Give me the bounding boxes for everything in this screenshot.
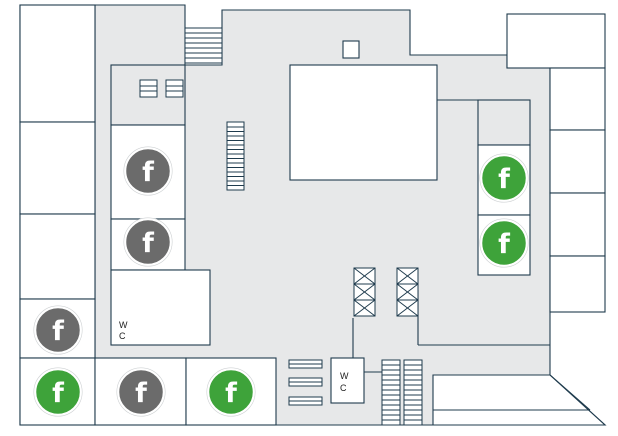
stair-bars-bottom	[288, 359, 323, 406]
unit-left-2[interactable]	[19, 121, 96, 215]
unit-right-1[interactable]	[549, 67, 606, 131]
facility-f-icon[interactable]: f	[33, 367, 83, 417]
unit-right-2[interactable]	[549, 129, 606, 194]
facility-f-icon[interactable]: f	[479, 218, 529, 268]
unit-left-3[interactable]	[19, 213, 96, 300]
pillar	[342, 40, 360, 59]
escalator-center	[226, 121, 245, 191]
stair-icon-left	[139, 79, 158, 98]
facility-f-icon[interactable]: f	[123, 146, 173, 196]
wc-label-2-line1: W	[340, 371, 349, 381]
toilet-block-1[interactable]	[110, 269, 211, 346]
badge-glyph: f	[225, 378, 237, 409]
wc-label-1-line2: C	[119, 331, 126, 341]
stair-icon-right	[165, 79, 184, 98]
badge-glyph: f	[52, 378, 64, 409]
facility-f-icon[interactable]: f	[123, 217, 173, 267]
facility-f-icon[interactable]: f	[206, 367, 256, 417]
unit-right-4[interactable]	[549, 255, 606, 313]
facility-f-icon[interactable]: f	[116, 367, 166, 417]
floor-plan-map: W C W C ffff f fff	[19, 4, 607, 426]
facility-f-icon[interactable]: f	[479, 153, 529, 203]
wc-label-1-line1: W	[119, 320, 128, 330]
unit-right-3[interactable]	[549, 192, 606, 257]
badge-glyph: f	[135, 378, 147, 409]
wc-label-2-line2: C	[340, 383, 347, 393]
unit-right-top[interactable]	[506, 13, 606, 69]
unit-left-1[interactable]	[19, 4, 96, 123]
badge-glyph: f	[498, 229, 510, 260]
stairs-top	[184, 27, 223, 66]
badge-glyph: f	[52, 316, 64, 347]
unit-central[interactable]	[289, 64, 438, 181]
facility-f-icon[interactable]: f	[33, 305, 83, 355]
badge-glyph: f	[142, 228, 154, 259]
badge-glyph: f	[498, 164, 510, 195]
badge-glyph: f	[142, 157, 154, 188]
